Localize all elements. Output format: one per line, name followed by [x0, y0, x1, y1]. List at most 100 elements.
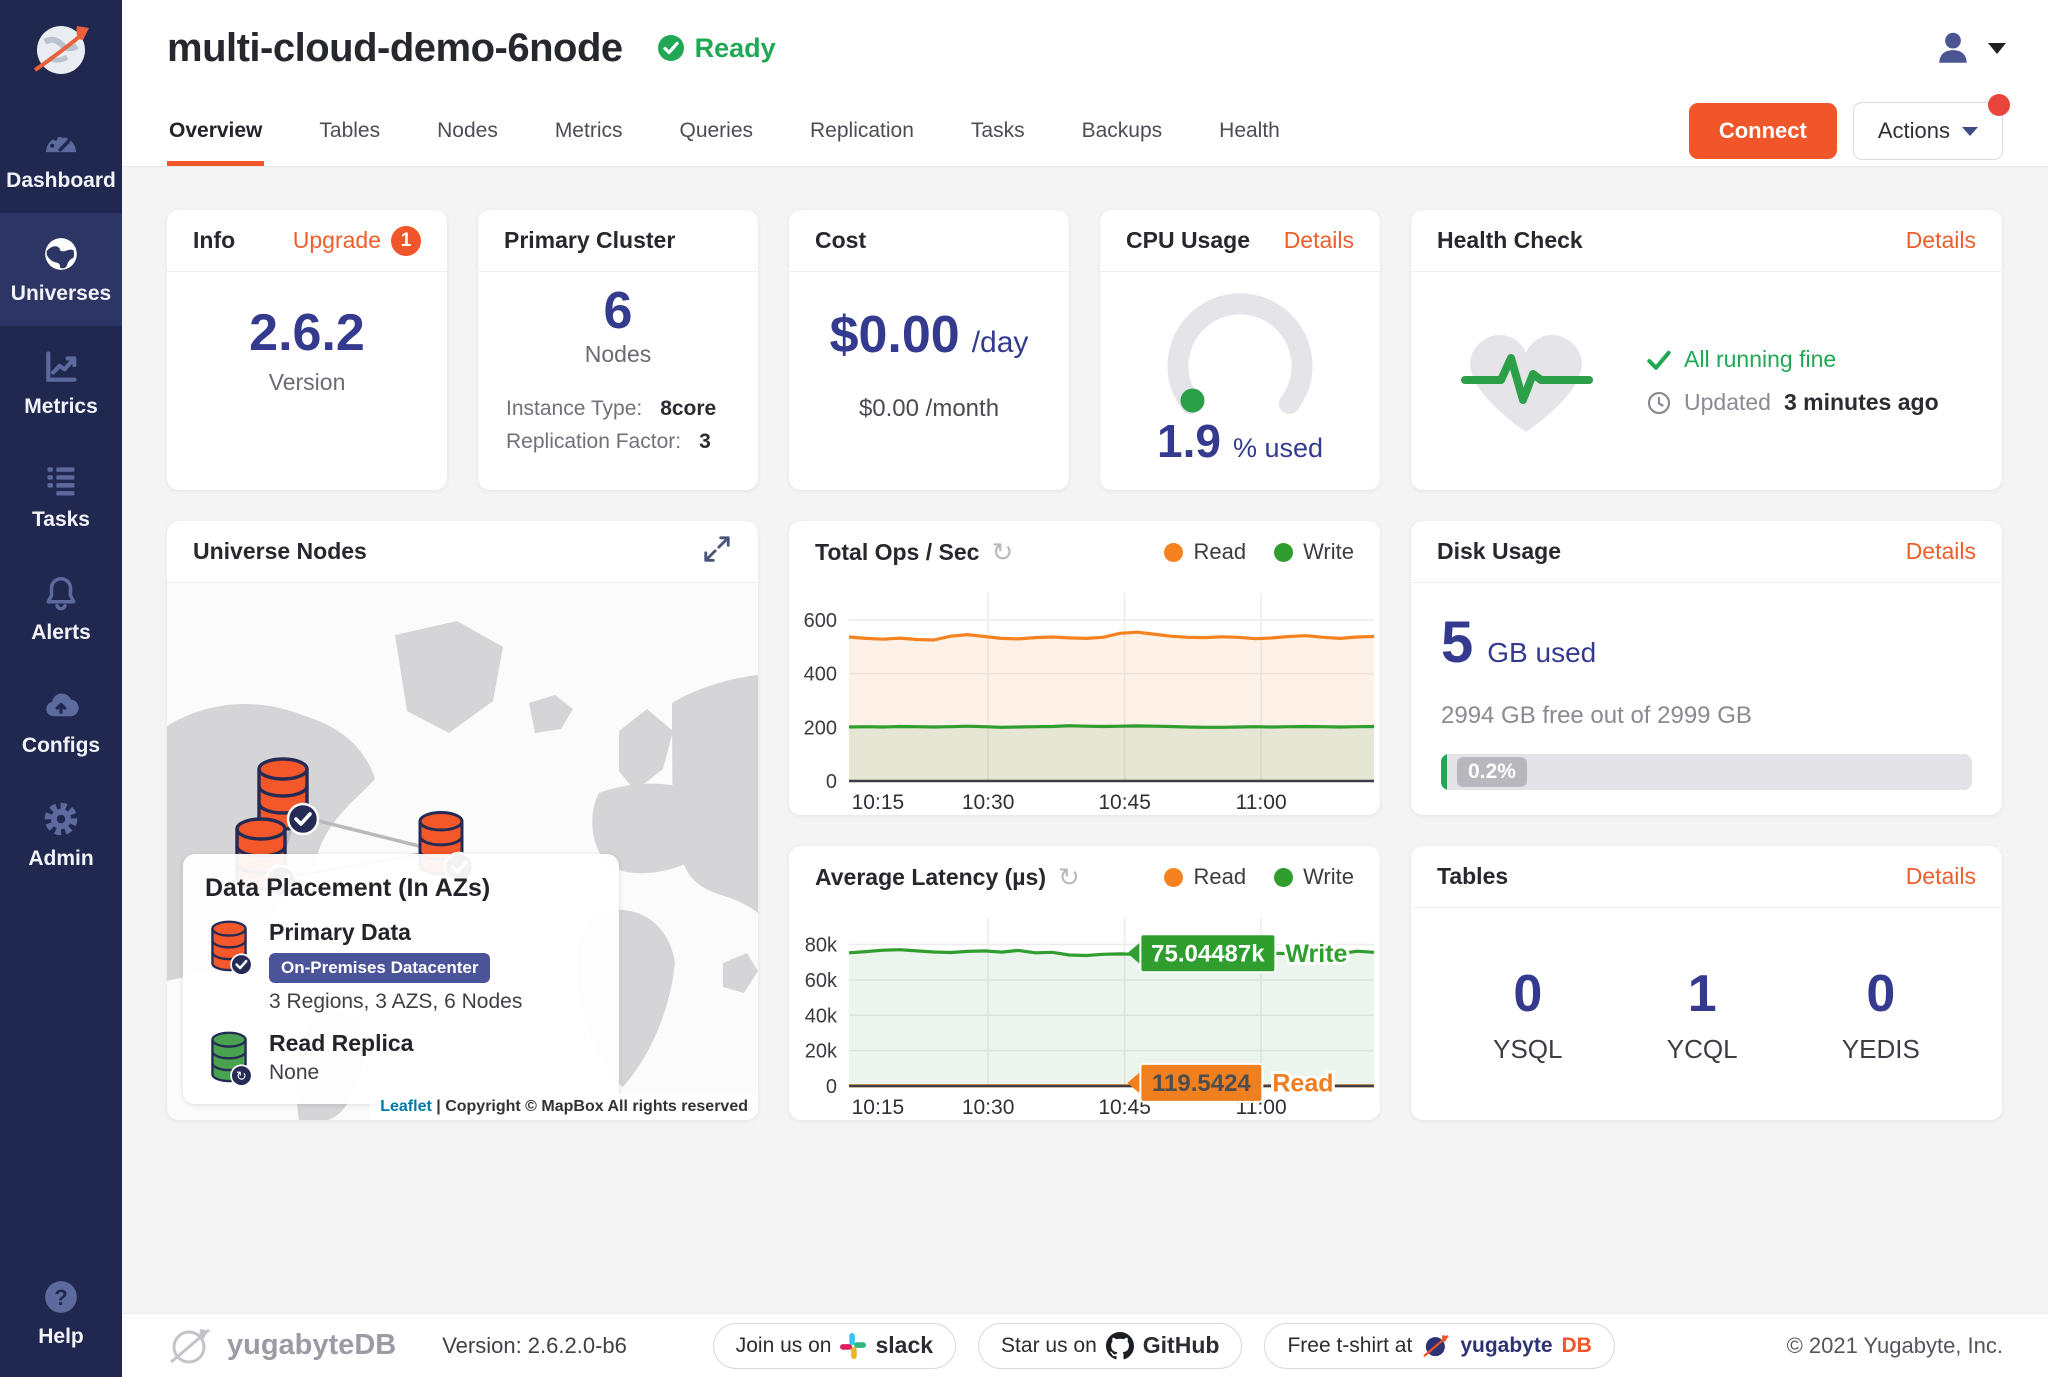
card-title: Info	[193, 227, 235, 254]
cost-card: Cost $0.00 /day $0.00 /month	[789, 210, 1069, 490]
expand-icon[interactable]	[702, 534, 732, 569]
svg-text:10:30: 10:30	[962, 1096, 1015, 1119]
tab-tables[interactable]: Tables	[317, 96, 382, 166]
tab-health[interactable]: Health	[1217, 96, 1282, 166]
disk-used-value: 5	[1441, 609, 1473, 676]
sidebar-item-dashboard[interactable]: Dashboard	[0, 100, 122, 213]
world-map[interactable]: Data Placement (In AZs) Primary Data On-…	[167, 583, 758, 1120]
latency-chart-plot[interactable]: 020k40k60k80k10:1510:3010:4511:0075.0448…	[789, 908, 1380, 1120]
actions-button[interactable]: Actions	[1853, 102, 2003, 160]
tab-nodes[interactable]: Nodes	[435, 96, 500, 166]
actions-label: Actions	[1878, 118, 1950, 144]
sidebar-label: Metrics	[2, 395, 120, 419]
instance-type-row: Instance Type: 8core	[506, 397, 730, 421]
yugabyte-logo[interactable]	[0, 0, 122, 100]
slack-icon	[840, 1333, 866, 1359]
health-details-link[interactable]: Details	[1906, 227, 1976, 254]
footer-brand: yugabyteDB	[167, 1324, 396, 1368]
ops-chart-plot[interactable]: 020040060010:1510:3010:4511:00	[789, 583, 1380, 815]
svg-text:119.5424: 119.5424	[1152, 1070, 1251, 1097]
status-badge: Ready	[657, 33, 776, 64]
cost-day-unit: /day	[972, 326, 1029, 360]
avg-latency-card: Average Latency (µs) ↻ Read Write 020k40…	[789, 846, 1380, 1120]
sidebar-item-configs[interactable]: Configs	[0, 665, 122, 778]
copyright-text: © 2021 Yugabyte, Inc.	[1787, 1333, 2003, 1359]
sidebar-item-metrics[interactable]: Metrics	[0, 326, 122, 439]
check-icon	[1647, 349, 1671, 371]
sidebar-item-alerts[interactable]: Alerts	[0, 552, 122, 665]
svg-text:20k: 20k	[805, 1041, 838, 1063]
datacenter-badge: On-Premises Datacenter	[269, 953, 490, 983]
tab-tasks[interactable]: Tasks	[969, 96, 1027, 166]
footer-brand-name: yugabyteDB	[227, 1329, 396, 1362]
github-icon	[1106, 1332, 1134, 1360]
leaflet-link[interactable]: Leaflet	[380, 1098, 432, 1115]
write-legend-dot	[1274, 868, 1293, 887]
health-status-row: All running fine	[1647, 346, 1939, 373]
replication-factor-row: Replication Factor: 3	[506, 430, 730, 454]
svg-text:10:15: 10:15	[852, 1096, 905, 1119]
upgrade-link[interactable]: Upgrade 1	[293, 226, 421, 256]
svg-text:10:45: 10:45	[1098, 791, 1151, 814]
nodes-label: Nodes	[585, 341, 651, 368]
tasks-list-icon	[42, 461, 80, 499]
sidebar-item-tasks[interactable]: Tasks	[0, 439, 122, 552]
cpu-gauge	[1150, 280, 1330, 430]
connect-button[interactable]: Connect	[1689, 103, 1837, 159]
github-button[interactable]: Star us on GitHub	[978, 1323, 1242, 1369]
tab-bar: Overview Tables Nodes Metrics Queries Re…	[167, 96, 1335, 166]
disk-usage-fill	[1441, 754, 1447, 790]
tables-details-link[interactable]: Details	[1906, 863, 1976, 890]
chart-legend: Read Write	[1164, 864, 1354, 890]
sidebar-item-admin[interactable]: Admin	[0, 778, 122, 891]
sidebar-item-universes[interactable]: Universes	[0, 213, 122, 326]
tab-metrics[interactable]: Metrics	[553, 96, 625, 166]
cpu-percent-value: 1.9	[1157, 414, 1221, 468]
sidebar-label: Admin	[2, 847, 120, 871]
version-value: 2.6.2	[249, 306, 365, 361]
primary-cluster-card: Primary Cluster 6 Nodes Instance Type: 8…	[478, 210, 758, 490]
svg-text:Write: Write	[1285, 940, 1347, 968]
nodes-count: 6	[604, 284, 633, 339]
svg-text:0: 0	[826, 1076, 837, 1098]
card-title: Primary Cluster	[504, 227, 675, 254]
ysql-stat: 0 YSQL	[1493, 964, 1562, 1065]
refresh-icon[interactable]: ↻	[1058, 862, 1080, 893]
disk-details-link[interactable]: Details	[1906, 538, 1976, 565]
card-title: Universe Nodes	[193, 538, 367, 565]
slack-button[interactable]: Join us on slack	[713, 1323, 956, 1369]
chart-legend: Read Write	[1164, 539, 1354, 565]
svg-text:10:15: 10:15	[852, 791, 905, 814]
user-menu[interactable]	[1932, 27, 2006, 69]
metrics-chart-icon	[42, 348, 80, 386]
svg-text:↻: ↻	[236, 1068, 247, 1083]
chevron-down-icon	[1988, 43, 2006, 54]
disk-free-text: 2994 GB free out of 2999 GB	[1441, 702, 1752, 730]
svg-text:60k: 60k	[805, 970, 838, 992]
svg-text:0: 0	[826, 771, 837, 793]
data-placement-overlay: Data Placement (In AZs) Primary Data On-…	[183, 854, 619, 1104]
yugabyte-mini-logo	[1421, 1332, 1451, 1360]
clock-icon	[1647, 391, 1671, 415]
disk-usage-card: Disk Usage Details 5 GB used 2994 GB fre…	[1411, 521, 2002, 815]
configs-cloud-icon	[42, 687, 80, 725]
svg-text:400: 400	[804, 664, 837, 686]
tshirt-button[interactable]: Free t-shirt at yugabyteDB	[1264, 1323, 1614, 1369]
sidebar-item-help[interactable]: ? Help	[0, 1256, 122, 1377]
disk-used-unit: GB used	[1487, 637, 1596, 669]
health-status-text: All running fine	[1684, 346, 1836, 373]
tab-backups[interactable]: Backups	[1080, 96, 1165, 166]
cpu-details-link[interactable]: Details	[1284, 227, 1354, 254]
disk-usage-bar: 0.2%	[1441, 754, 1972, 790]
heartbeat-icon	[1451, 320, 1601, 442]
refresh-icon[interactable]: ↻	[991, 537, 1013, 568]
sidebar-label: Dashboard	[2, 169, 120, 193]
chart-title: Total Ops / Sec	[815, 539, 979, 566]
tab-replication[interactable]: Replication	[808, 96, 916, 166]
sidebar: Dashboard Universes Metrics Tasks	[0, 0, 122, 1377]
alerts-bell-icon	[42, 574, 80, 612]
tab-queries[interactable]: Queries	[677, 96, 755, 166]
sidebar-label: Universes	[2, 282, 120, 306]
upgrade-count-badge: 1	[391, 226, 421, 256]
tab-overview[interactable]: Overview	[167, 96, 264, 166]
